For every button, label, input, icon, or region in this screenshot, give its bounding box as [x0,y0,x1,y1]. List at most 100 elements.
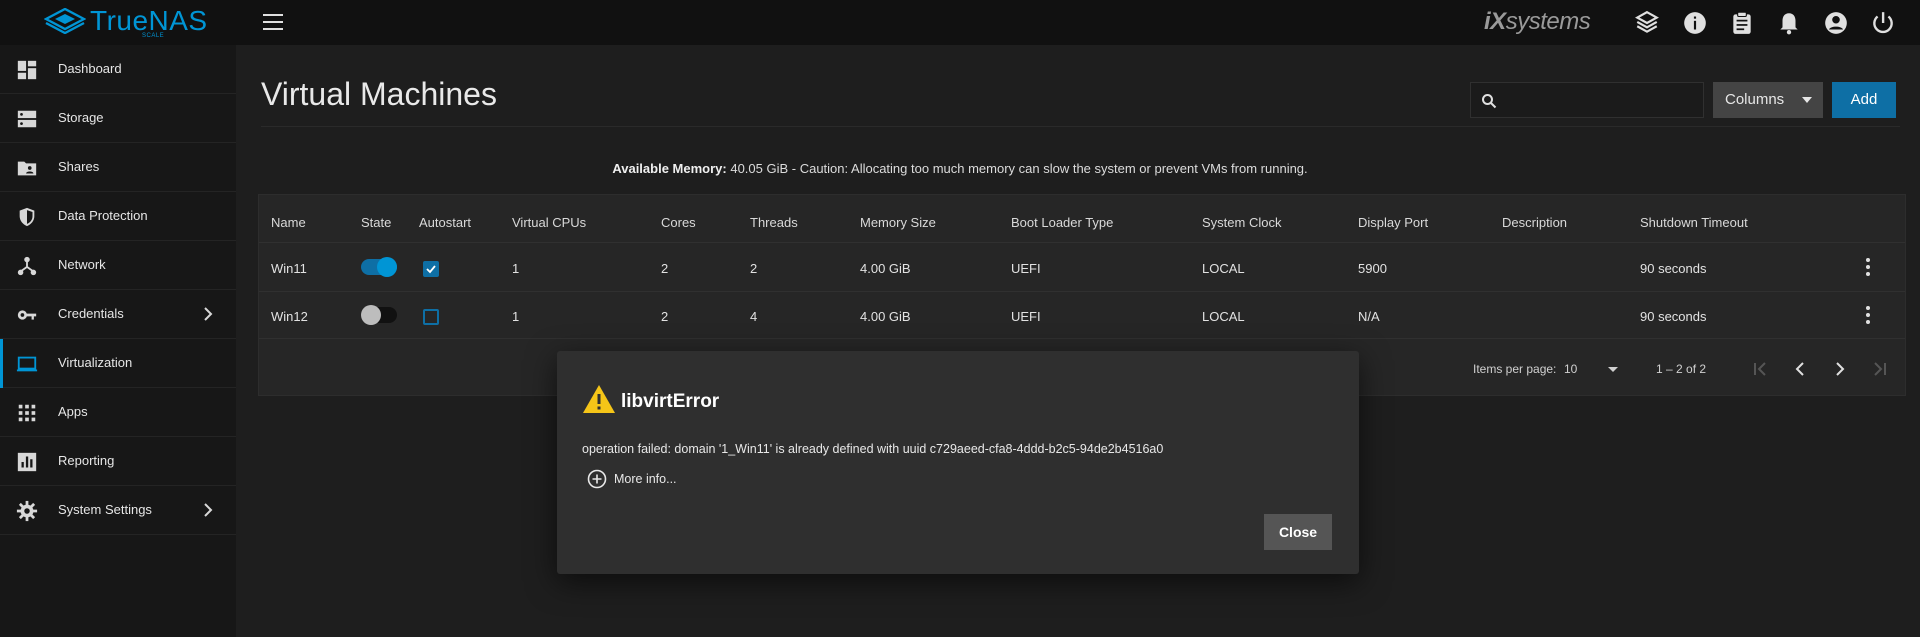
previous-page-icon[interactable] [1790,359,1810,379]
sidebar-item-credentials[interactable]: Credentials [0,290,236,339]
storage-icon [17,110,37,128]
divider [259,242,1905,243]
system-clock-value: LOCAL [1202,261,1245,276]
search-icon [1482,94,1497,109]
vm-name[interactable]: Win12 [271,309,308,324]
column-header-boot-loader-type[interactable]: Boot Loader Type [1011,215,1113,230]
divider [259,291,1905,292]
column-header-virtual-cpus[interactable]: Virtual CPUs [512,215,586,230]
sidebar-item-data-protection[interactable]: Data Protection [0,192,236,241]
page-title: Virtual Machines [261,76,497,112]
column-header-state[interactable]: State [361,215,391,230]
warning-icon [583,385,615,413]
items-per-page-select[interactable]: 10 [1564,357,1624,381]
columns-button-label: Columns [1725,91,1785,108]
info-icon[interactable] [1682,10,1708,36]
memory-label: Available Memory: [612,161,727,176]
ixsystems-logo[interactable]: iXsystems [1484,8,1591,36]
memory-size-value: 4.00 GiB [860,309,911,324]
sidebar-item-label: Dashboard [58,61,122,76]
threads-value: 4 [750,309,758,324]
dialog-title: libvirtError [621,391,720,412]
virtual-cpus-value: 1 [512,309,520,324]
column-header-display-port[interactable]: Display Port [1358,215,1428,230]
apps-grid-icon [18,404,36,422]
chevron-right-icon [204,503,213,517]
system-clock-value: LOCAL [1202,309,1245,324]
sidebar-item-storage[interactable]: Storage [0,94,236,143]
column-header-name[interactable]: Name [271,215,306,230]
column-header-cores[interactable]: Cores [661,215,696,230]
checkmark-icon [426,265,436,274]
power-icon[interactable] [1870,10,1896,36]
column-header-memory-size[interactable]: Memory Size [860,215,936,230]
search-input[interactable] [1507,89,1697,113]
error-dialog: libvirtError operation failed: domain '1… [557,351,1359,574]
sidebar-item-label: Apps [58,404,88,419]
sidebar-item-label: Network [58,257,106,272]
sidebar-item-apps[interactable]: Apps [0,388,236,437]
network-icon [17,256,37,276]
shutdown-timeout-value: 90 seconds [1640,309,1707,324]
sidebar-item-reporting[interactable]: Reporting [0,437,236,486]
sidebar-item-label: System Settings [58,502,152,517]
bar-chart-icon [17,452,37,472]
search-box[interactable] [1470,82,1704,118]
cores-value: 2 [661,261,669,276]
sidebar-item-label: Credentials [58,306,124,321]
close-button[interactable]: Close [1264,514,1332,550]
sidebar-item-label: Virtualization [58,355,133,370]
autostart-checkbox[interactable] [423,309,439,325]
display-port-value: N/A [1358,309,1380,324]
dialog-message: operation failed: domain '1_Win11' is al… [582,442,1164,456]
bell-icon[interactable] [1776,10,1802,36]
first-page-icon[interactable] [1750,359,1770,379]
clipboard-icon[interactable] [1729,10,1755,36]
column-header-shutdown-timeout[interactable]: Shutdown Timeout [1640,215,1748,230]
boot-loader-value: UEFI [1011,309,1041,324]
column-header-system-clock[interactable]: System Clock [1202,215,1281,230]
column-header-description[interactable]: Description [1502,215,1567,230]
sidebar-item-label: Reporting [58,453,115,468]
add-circle-icon [587,469,607,489]
truenas-logo[interactable]: TrueNAS SCALE [44,4,207,40]
autostart-checkbox[interactable] [423,261,439,277]
sidebar-item-dashboard[interactable]: Dashboard [0,45,236,94]
sidebar-item-virtualization[interactable]: Virtualization [0,339,236,388]
laptop-icon [16,356,38,372]
virtual-cpus-value: 1 [512,261,520,276]
sidebar-item-system-settings[interactable]: System Settings [0,486,236,535]
state-toggle[interactable] [361,305,397,325]
divider [259,338,1905,339]
column-header-threads[interactable]: Threads [750,215,798,230]
memory-text: 40.05 GiB - Caution: Allocating too much… [726,161,1308,176]
logo-edition: SCALE [142,33,165,39]
column-header-autostart[interactable]: Autostart [419,215,471,230]
gear-icon [16,500,38,522]
menu-toggle-button[interactable] [263,14,283,30]
state-toggle[interactable] [361,257,397,277]
cores-value: 2 [661,309,669,324]
dashboard-icon [17,60,37,80]
top-bar: TrueNAS SCALE iXsystems [0,0,1920,45]
memory-size-value: 4.00 GiB [860,261,911,276]
caret-down-icon [1802,97,1812,103]
boot-loader-value: UEFI [1011,261,1041,276]
add-button[interactable]: Add [1832,82,1896,118]
display-port-value: 5900 [1358,261,1387,276]
caret-down-icon [1608,367,1618,372]
columns-button[interactable]: Columns [1713,82,1823,118]
last-page-icon[interactable] [1870,359,1890,379]
available-memory-notice: Available Memory: 40.05 GiB - Caution: A… [0,161,1920,176]
more-info-label: More info... [614,472,677,486]
row-actions-menu-icon[interactable] [1865,306,1871,326]
sidebar-item-network[interactable]: Network [0,241,236,290]
next-page-icon[interactable] [1830,359,1850,379]
sidebar-item-label: Storage [58,110,104,125]
row-actions-menu-icon[interactable] [1865,258,1871,278]
pagination-range: 1 – 2 of 2 [1656,362,1707,376]
key-icon [17,310,37,320]
account-icon[interactable] [1823,10,1849,36]
vm-name[interactable]: Win11 [271,261,307,276]
truecommand-icon[interactable] [1634,10,1660,36]
